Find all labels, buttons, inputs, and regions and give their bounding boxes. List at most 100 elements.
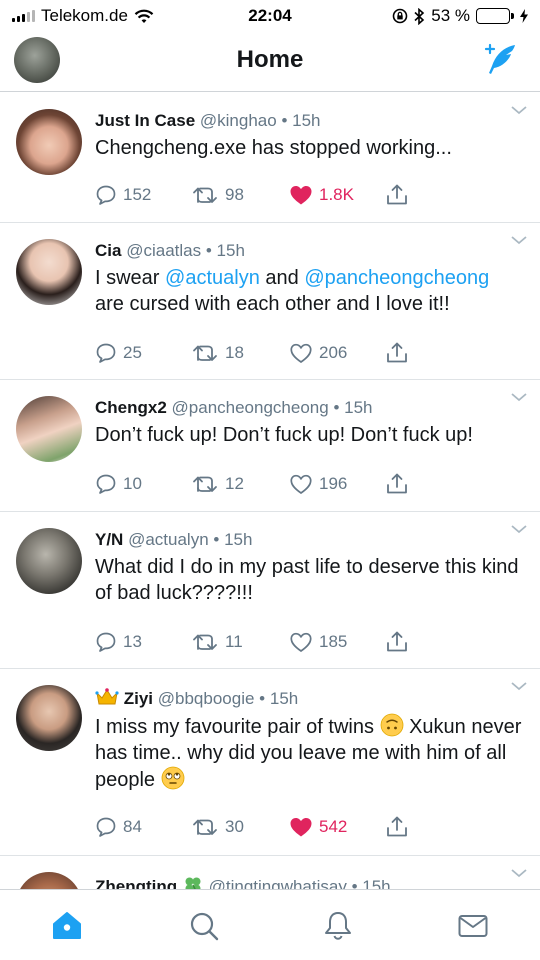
mention-link[interactable]: @actualyn [165,267,260,289]
tweet-header: Zhengting @tingtingwhatisay • 15h [95,874,522,889]
tweet[interactable]: Chengx2 @pancheongcheong • 15h Don’t fuc… [0,380,540,512]
search-icon[interactable] [188,910,220,942]
heart-filled-icon [290,818,312,837]
share-icon [387,184,407,205]
upside-down-face-emoji [380,713,403,737]
share-button[interactable] [385,630,409,654]
like-button[interactable]: 206 [289,342,385,364]
tweet-author-handle: @actualyn [128,530,209,549]
tweet-avatar[interactable] [16,528,82,594]
reply-count: 10 [123,474,142,493]
tweet-timestamp: 15h [216,241,245,260]
chevron-down-icon[interactable] [510,868,528,878]
like-count: 185 [319,632,348,651]
notifications-bell-icon[interactable] [322,910,354,942]
tweet-author-name[interactable]: Just In Case [95,111,195,130]
top-nav-bar: Home [0,34,540,92]
tweet-actions: 10 12 196 [95,470,522,498]
tweet[interactable]: Just In Case @kinghao • 15h Chengcheng.e… [0,93,540,223]
tweet-author-handle: @ciaatlas [126,241,202,260]
retweet-button[interactable]: 12 [191,473,289,495]
tweet-timestamp: 15h [292,111,321,130]
tweet-text: Don’t fuck up! Don’t fuck up! Don’t fuck… [95,422,522,448]
tweet[interactable]: Y/N @actualyn • 15h What did I do in my … [0,512,540,669]
share-button[interactable] [385,815,409,839]
reply-icon [96,185,116,205]
share-icon [387,473,407,494]
battery-percent: 53 % [431,6,470,25]
share-icon [387,631,407,652]
chevron-down-icon[interactable] [510,681,528,691]
chevron-down-icon[interactable] [510,105,528,115]
tweet-avatar[interactable] [16,109,82,175]
tweet-text: I swear @actualyn and @pancheongcheong a… [95,265,522,317]
retweet-button[interactable]: 18 [191,342,289,364]
chevron-down-icon[interactable] [510,392,528,402]
reply-button[interactable]: 13 [95,631,191,653]
bluetooth-icon [414,7,425,25]
tweet-avatar[interactable] [16,396,82,462]
home-icon[interactable] [51,910,83,942]
tweet-author-name[interactable]: Chengx2 [95,398,167,417]
share-icon [387,816,407,837]
tweet-avatar[interactable] [16,872,82,889]
tweet[interactable]: Zhengting @tingtingwhatisay • 15h [0,856,540,889]
like-button[interactable]: 196 [289,473,385,495]
tweet-timestamp: 15h [362,877,391,889]
tweet-text-part: and [259,267,305,289]
tweet-timestamp: 15h [344,398,373,417]
tweet-author-name[interactable]: Y/N [95,530,123,549]
chevron-down-icon[interactable] [510,524,528,534]
retweet-button[interactable]: 30 [191,816,289,838]
like-button[interactable]: 185 [289,631,385,653]
tweet[interactable]: Ziyi @bbqboogie • 15h I miss my favourit… [0,669,540,856]
tweet-actions: 13 11 185 [95,628,522,656]
tweet-author-handle: @pancheongcheong [171,398,329,417]
tweet-text-part: I miss my favourite pair of twins [95,716,380,738]
share-button[interactable] [385,472,409,496]
tweet-timestamp: 15h [269,689,299,708]
tweet-author-name[interactable]: Cia [95,241,121,260]
reply-button[interactable]: 84 [95,816,191,838]
reply-button[interactable]: 10 [95,473,191,495]
tweet-actions: 84 30 542 [95,813,522,841]
reply-button[interactable]: 152 [95,184,191,206]
like-button[interactable]: 1.8K [289,184,385,206]
tweet-separator: • [213,530,220,549]
home-timeline[interactable]: Just In Case @kinghao • 15h Chengcheng.e… [0,93,540,889]
status-right: 53 % [392,6,528,26]
share-button[interactable] [385,183,409,207]
chevron-down-icon[interactable] [510,235,528,245]
reply-button[interactable]: 25 [95,342,191,364]
tweet-author-name[interactable]: Zhengting [95,877,177,889]
tweet-separator: • [333,398,340,417]
charging-icon [520,9,528,23]
like-count: 206 [319,343,348,362]
tweet-avatar[interactable] [16,685,82,751]
tweet-author-name[interactable]: Ziyi [124,689,153,708]
like-button[interactable]: 542 [289,816,385,838]
reply-icon [96,817,116,837]
tweet-text: I miss my favourite pair of twins Xukun … [95,713,522,793]
tweet-text-part: Chengcheng.exe has stopped working... [95,137,452,159]
tweet-text-part: What did I do in my past life to deserve… [95,556,519,604]
crown-emoji [95,688,119,705]
mention-link[interactable]: @pancheongcheong [304,267,489,289]
share-button[interactable] [385,341,409,365]
tweet-separator: • [205,241,212,260]
messages-envelope-icon[interactable] [457,910,489,942]
compose-feather-icon[interactable] [482,42,518,78]
tweet[interactable]: Cia @ciaatlas • 15h I swear @actualyn an… [0,223,540,380]
tweet-header: Just In Case @kinghao • 15h [95,111,522,131]
retweet-count: 18 [225,343,244,362]
tweet-author-handle: @kinghao [199,111,277,130]
tweet-separator: • [351,877,358,889]
four-leaf-clover-emoji [185,877,201,889]
tweet-text-part: are cursed with each other and I love it… [95,293,450,315]
retweet-button[interactable]: 11 [191,631,289,653]
tweet-header: Ziyi @bbqboogie • 15h [95,687,522,709]
tweet-timestamp: 15h [224,530,253,549]
retweet-button[interactable]: 98 [191,184,289,206]
tweet-header: Cia @ciaatlas • 15h [95,241,522,261]
tweet-avatar[interactable] [16,239,82,305]
